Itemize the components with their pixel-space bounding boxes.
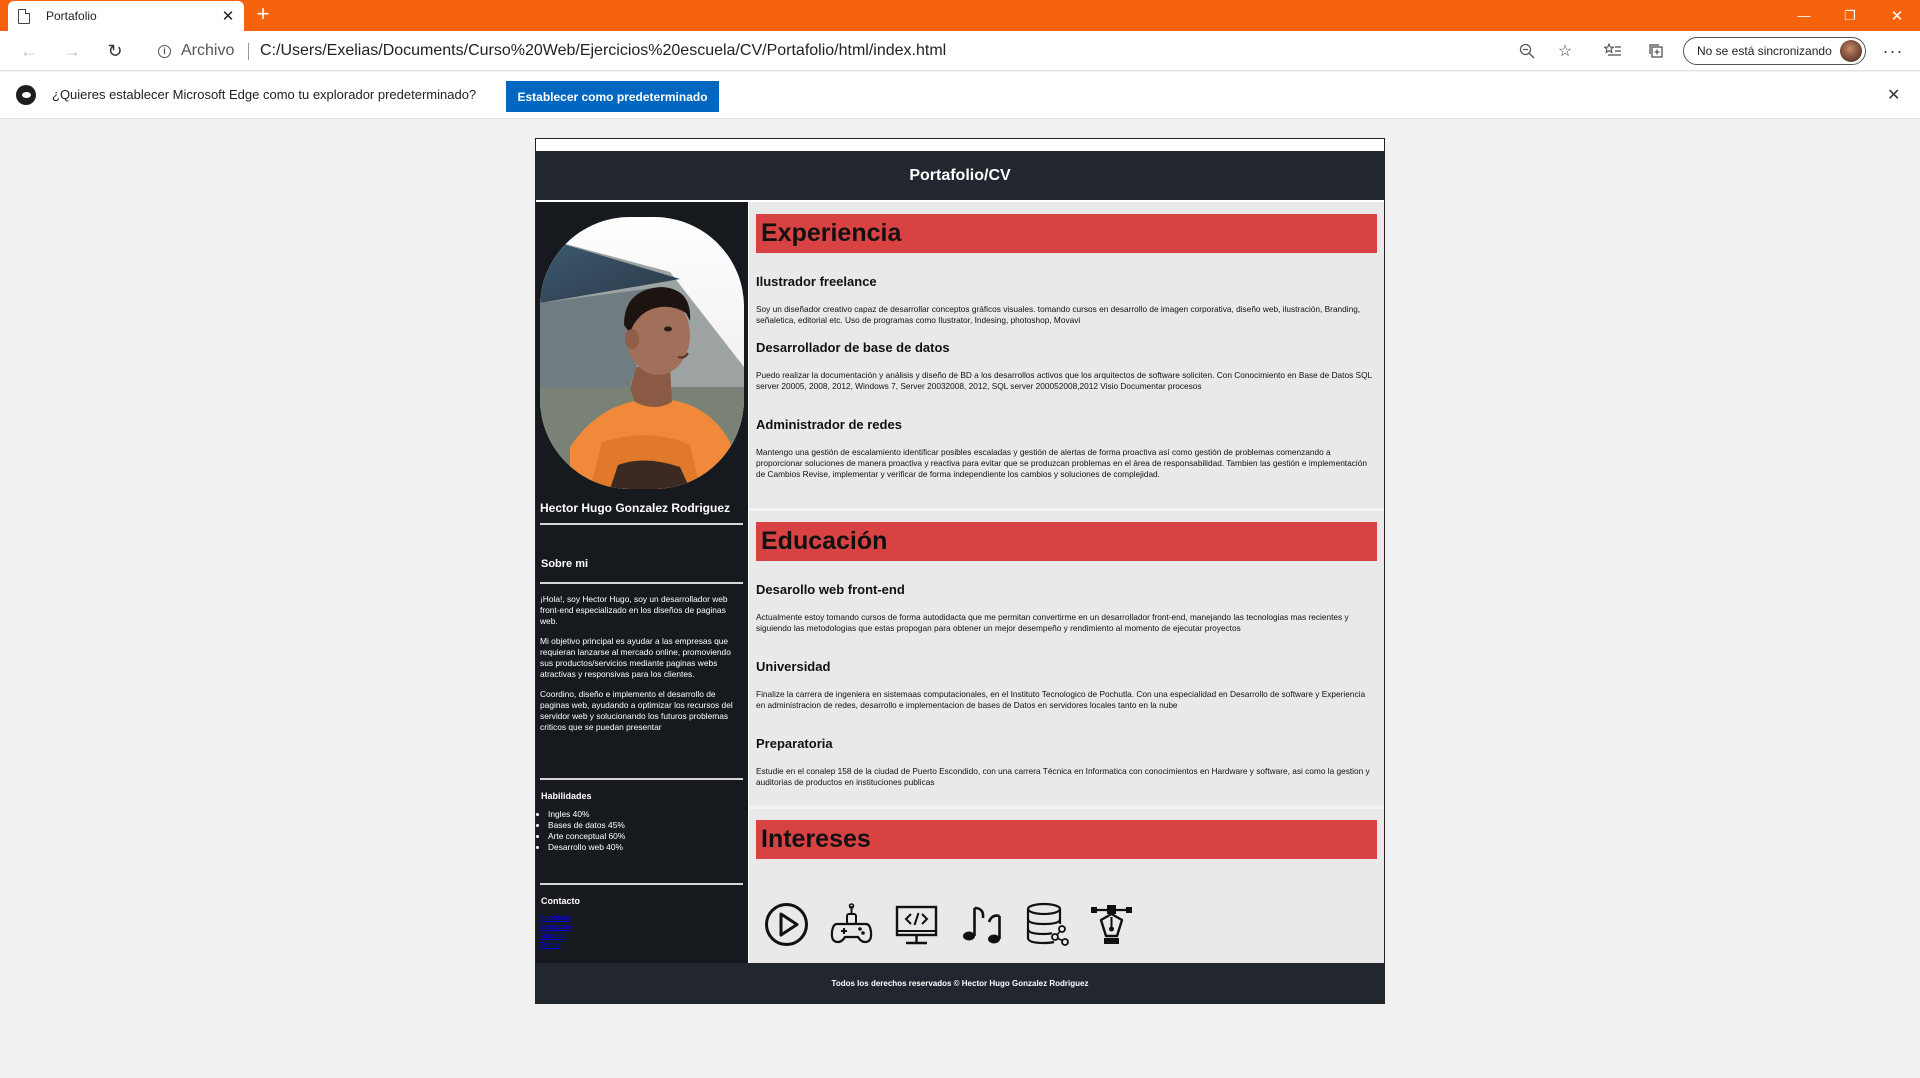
divider bbox=[540, 883, 743, 885]
close-tab-icon[interactable]: ✕ bbox=[220, 7, 236, 25]
browser-tab[interactable]: Portafolio ✕ bbox=[8, 1, 244, 31]
skill-item: Desarrollo web 40% bbox=[548, 842, 625, 853]
entry-title: Desarrollador de base de datos bbox=[756, 340, 950, 355]
skills-list: Ingles 40% Bases de datos 45% Arte conce… bbox=[548, 809, 625, 853]
forward-icon[interactable]: → bbox=[57, 37, 87, 65]
page-icon bbox=[18, 8, 30, 24]
profile-sidebar: Hector Hugo Gonzalez Rodriguez Sobre mi … bbox=[536, 202, 748, 963]
contact-link-instagram[interactable]: Instagram bbox=[540, 923, 571, 932]
entry-description: Finalize la carrera de ingeniera en sist… bbox=[756, 689, 1366, 710]
page-title: Portafolio/CV bbox=[536, 151, 1384, 200]
entry-title: Preparatoria bbox=[756, 736, 833, 751]
profile-photo bbox=[540, 217, 744, 489]
address-separator bbox=[248, 43, 249, 60]
about-text: ¡Hola!, soy Hector Hugo, soy un desarrol… bbox=[540, 594, 744, 742]
tab-title: Portafolio bbox=[46, 9, 97, 23]
info-icon[interactable]: i bbox=[158, 45, 171, 58]
refresh-icon[interactable]: ↻ bbox=[100, 37, 130, 65]
divider bbox=[540, 582, 743, 584]
entry-description: Soy un diseñador creativo capaz de desar… bbox=[756, 304, 1361, 325]
favorite-star-icon[interactable]: ☆ bbox=[1552, 38, 1578, 64]
contact-link-linkedin[interactable]: Linkedin bbox=[540, 932, 571, 941]
back-icon[interactable]: ← bbox=[14, 37, 44, 65]
play-icon[interactable] bbox=[764, 902, 809, 947]
about-paragraph: Coordino, diseño e implemento el desarro… bbox=[540, 689, 733, 732]
close-window-icon[interactable]: ✕ bbox=[1874, 0, 1920, 31]
entry-title: Ilustrador freelance bbox=[756, 274, 877, 289]
site-info-label[interactable]: Archivo bbox=[181, 42, 234, 60]
contact-links: Facebook Instagram Linkedin Twitter bbox=[540, 914, 571, 950]
pen-tool-icon[interactable] bbox=[1089, 902, 1134, 947]
entry-description: Actualmente estoy tomando cursos de form… bbox=[756, 612, 1349, 633]
zoom-icon[interactable] bbox=[1514, 38, 1540, 64]
collections-icon[interactable] bbox=[1643, 38, 1669, 64]
entry-title: Universidad bbox=[756, 659, 831, 674]
browser-toolbar: ← → ↻ i Archivo C:/Users/Exelias/Documen… bbox=[0, 31, 1920, 71]
about-paragraph: Mi objetivo principal es ayudar a las em… bbox=[540, 636, 731, 679]
about-paragraph: ¡Hola!, soy Hector Hugo, soy un desarrol… bbox=[540, 594, 728, 626]
sync-label: No se está sincronizando bbox=[1697, 44, 1832, 58]
infobar-message: ¿Quieres establecer Microsoft Edge como … bbox=[52, 87, 477, 102]
more-menu-icon[interactable]: ··· bbox=[1880, 38, 1906, 64]
section-title: Intereses bbox=[756, 820, 1377, 859]
database-icon[interactable] bbox=[1024, 902, 1069, 947]
profile-name: Hector Hugo Gonzalez Rodriguez bbox=[540, 501, 731, 515]
minimize-icon[interactable]: — bbox=[1781, 0, 1827, 31]
skills-title: Habilidades bbox=[541, 791, 592, 801]
contact-link-twitter[interactable]: Twitter bbox=[540, 941, 571, 950]
experience-section: Experiencia Ilustrador freelance Soy un … bbox=[749, 202, 1384, 510]
page-footer: Todos los derechos reservados © Hector H… bbox=[536, 963, 1384, 1003]
entry-title: Desarollo web front-end bbox=[756, 582, 905, 597]
favorites-list-icon[interactable] bbox=[1600, 38, 1626, 64]
gamepad-icon[interactable] bbox=[829, 902, 874, 947]
entry-description: Mantengo una gestión de escalamiento ide… bbox=[756, 447, 1367, 479]
skill-item: Ingles 40% bbox=[548, 809, 625, 820]
divider bbox=[540, 523, 743, 525]
default-browser-infobar: ¿Quieres establecer Microsoft Edge como … bbox=[0, 72, 1920, 119]
about-title: Sobre mi bbox=[541, 558, 589, 570]
entry-description: Puedo realizar la documentación y anális… bbox=[756, 370, 1372, 391]
set-default-button[interactable]: Establecer como predeterminado bbox=[506, 81, 719, 112]
interests-icons bbox=[764, 902, 1134, 947]
section-title: Experiencia bbox=[756, 214, 1377, 253]
divider bbox=[540, 778, 743, 780]
skill-item: Arte conceptual 60% bbox=[548, 831, 625, 842]
restore-icon[interactable]: ❐ bbox=[1827, 0, 1873, 31]
portfolio-page: Portafolio/CV Hector Hugo Gonzalez Rodri… bbox=[535, 138, 1385, 1004]
section-title: Educación bbox=[756, 522, 1377, 561]
entry-title: Administrador de redes bbox=[756, 417, 902, 432]
music-note-icon[interactable] bbox=[959, 902, 1004, 947]
contact-title: Contacto bbox=[541, 896, 580, 906]
skill-item: Bases de datos 45% bbox=[548, 820, 625, 831]
close-infobar-icon[interactable]: ✕ bbox=[1887, 85, 1900, 105]
edge-logo-icon bbox=[16, 85, 36, 105]
contact-link-facebook[interactable]: Facebook bbox=[540, 914, 571, 923]
address-bar[interactable]: C:/Users/Exelias/Documents/Curso%20Web/E… bbox=[260, 42, 946, 60]
education-section: Educación Desarollo web front-end Actual… bbox=[749, 510, 1384, 810]
sync-status-button[interactable]: No se está sincronizando bbox=[1683, 37, 1866, 65]
profile-avatar bbox=[1840, 40, 1862, 62]
new-tab-button[interactable]: + bbox=[252, 3, 274, 27]
code-monitor-icon[interactable] bbox=[894, 902, 939, 947]
browser-titlebar: Portafolio ✕ + — ❐ ✕ bbox=[0, 0, 1920, 31]
entry-description: Estudie en el conalep 158 de la ciudad d… bbox=[756, 766, 1370, 787]
main-content: Experiencia Ilustrador freelance Soy un … bbox=[749, 202, 1384, 963]
